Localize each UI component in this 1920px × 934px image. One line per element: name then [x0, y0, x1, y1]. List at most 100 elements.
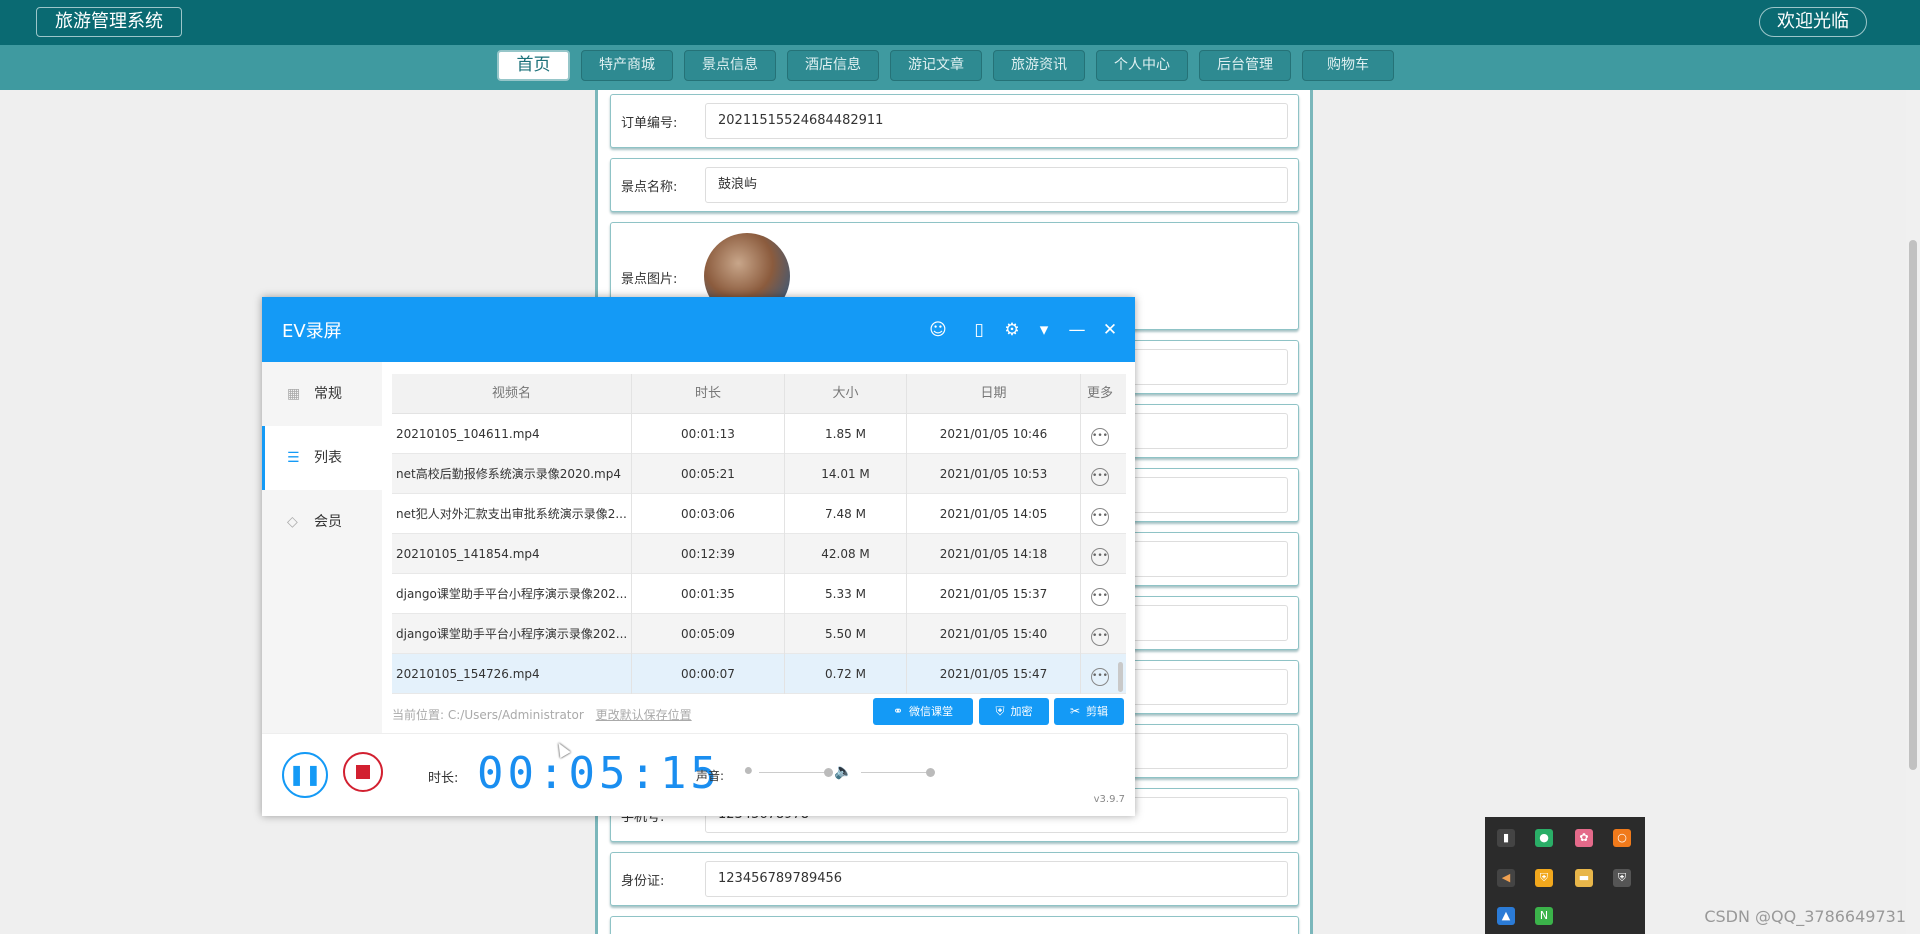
nav-travel-notes[interactable]: 游记文章: [890, 50, 982, 81]
phone-icon[interactable]: ▯: [968, 319, 990, 341]
more-cell: •••: [1081, 454, 1119, 494]
site-title[interactable]: 旅游管理系统: [36, 7, 182, 37]
nav-personal-center[interactable]: 个人中心: [1096, 50, 1188, 81]
table-scroll-thumb[interactable]: [1118, 662, 1123, 692]
pause-button[interactable]: ❚❚: [282, 752, 328, 798]
more-icon[interactable]: •••: [1091, 588, 1109, 606]
scrollbar-thumb[interactable]: [1909, 240, 1917, 770]
table-row[interactable]: django课堂助手平台小程序演示录像202... 00:01:35 5.33 …: [392, 574, 1126, 614]
slider-knob[interactable]: [926, 768, 935, 777]
video-duration: 00:01:13: [632, 414, 785, 454]
microphone-icon[interactable]: ⚫: [742, 762, 755, 780]
video-name: net高校后勤报修系统演示录像2020.mp4: [392, 454, 632, 494]
column-name[interactable]: 视频名: [392, 374, 632, 414]
app-icon[interactable]: ○: [1613, 829, 1631, 847]
video-duration: 00:01:35: [632, 574, 785, 614]
column-more: 更多: [1086, 386, 1113, 401]
location-label: 当前位置:: [392, 708, 445, 722]
sidebar-item-label: 会员: [314, 514, 342, 530]
sidebar-item-list[interactable]: ☰ 列表: [262, 426, 382, 490]
gear-icon[interactable]: ⚙: [1001, 319, 1023, 341]
recorder-titlebar[interactable]: EV录屏 ☺ ▯ ⚙ ▾ — ✕: [262, 297, 1135, 362]
column-date[interactable]: 日期: [907, 374, 1081, 414]
column-duration[interactable]: 时长: [632, 374, 785, 414]
column-size[interactable]: 大小: [785, 374, 907, 414]
sidebar-item-general[interactable]: ▦ 常规: [262, 362, 382, 426]
video-date: 2021/01/05 14:18: [907, 534, 1081, 574]
close-icon[interactable]: ✕: [1099, 319, 1121, 341]
table-row[interactable]: 20210105_104611.mp4 00:01:13 1.85 M 2021…: [392, 414, 1126, 454]
nav-admin[interactable]: 后台管理: [1199, 50, 1291, 81]
app2-icon[interactable]: ▲: [1497, 907, 1515, 925]
user-icon[interactable]: ☺: [927, 319, 949, 341]
more-icon[interactable]: •••: [1091, 628, 1109, 646]
speaker-icon[interactable]: 🔈: [834, 762, 853, 780]
nav-cart[interactable]: 购物车: [1302, 50, 1394, 81]
video-date: 2021/01/05 15:40: [907, 614, 1081, 654]
slider-knob[interactable]: [824, 768, 833, 777]
video-name: django课堂助手平台小程序演示录像202...: [392, 574, 632, 614]
dropdown-icon[interactable]: ▾: [1033, 319, 1055, 341]
spot-name-field[interactable]: 鼓浪屿: [705, 167, 1288, 203]
change-location-link[interactable]: 更改默认保存位置: [596, 708, 692, 722]
table-row-selected[interactable]: 20210105_154726.mp4 00:00:07 0.72 M 2021…: [392, 654, 1126, 694]
table-row[interactable]: net犯人对外汇款支出审批系统演示录像2... 00:03:06 7.48 M …: [392, 494, 1126, 534]
wechat-class-label: 微信课堂: [909, 705, 954, 718]
welcome-button[interactable]: 欢迎光临: [1759, 7, 1867, 37]
nav-attractions[interactable]: 景点信息: [684, 50, 776, 81]
spot-name-row: 景点名称: 鼓浪屿: [610, 158, 1299, 212]
video-duration: 00:00:07: [632, 654, 785, 694]
table-row[interactable]: net高校后勤报修系统演示录像2020.mp4 00:05:21 14.01 M…: [392, 454, 1126, 494]
speaker-volume-slider[interactable]: [861, 768, 935, 777]
more-icon[interactable]: •••: [1091, 508, 1109, 526]
wechat-class-button[interactable]: ⚭ 微信课堂: [873, 698, 973, 725]
more-icon[interactable]: •••: [1091, 468, 1109, 486]
recorder-title: EV录屏: [282, 321, 342, 342]
nav-travel-news[interactable]: 旅游资讯: [993, 50, 1085, 81]
folder-icon[interactable]: ▬: [1575, 869, 1593, 887]
usb-icon[interactable]: ▮: [1497, 829, 1515, 847]
pause-icon: ❚❚: [288, 762, 322, 786]
more-cell: •••: [1081, 494, 1119, 534]
ev-recorder-window: EV录屏 ☺ ▯ ⚙ ▾ — ✕ ▦ 常规 ☰ 列表 ◇ 会员 视频名 时长 大…: [262, 297, 1135, 816]
video-size: 14.01 M: [785, 454, 907, 494]
video-duration: 00:05:21: [632, 454, 785, 494]
nav-specialty-mall[interactable]: 特产商城: [581, 50, 673, 81]
nav-home[interactable]: 首页: [497, 50, 570, 81]
video-name: 20210105_141854.mp4: [392, 534, 632, 574]
shield-icon[interactable]: ⛨: [1535, 869, 1553, 887]
mic-volume-slider[interactable]: [759, 768, 833, 777]
more-icon[interactable]: •••: [1091, 428, 1109, 446]
edit-button[interactable]: ✂ 剪辑: [1054, 698, 1124, 725]
security-icon[interactable]: ⛨: [1613, 869, 1631, 887]
n-app-icon[interactable]: N: [1535, 907, 1553, 925]
more-cell: •••: [1081, 614, 1119, 654]
wechat-icon[interactable]: ●: [1535, 829, 1553, 847]
stop-button[interactable]: [343, 752, 383, 792]
id-field[interactable]: 123456789789456: [705, 861, 1288, 897]
nav-hotels[interactable]: 酒店信息: [787, 50, 879, 81]
video-duration: 00:12:39: [632, 534, 785, 574]
encrypt-button[interactable]: ⛨ 加密: [979, 698, 1049, 725]
table-row[interactable]: django课堂助手平台小程序演示录像202... 00:05:09 5.50 …: [392, 614, 1126, 654]
spot-name-label: 景点名称:: [621, 180, 678, 195]
table-scrollbar[interactable]: [1118, 414, 1124, 694]
more-icon[interactable]: •••: [1091, 548, 1109, 566]
id-row: 身份证: 123456789789456: [610, 852, 1299, 906]
minimize-icon[interactable]: —: [1066, 319, 1088, 341]
table-header: 视频名 时长 大小 日期 更多: [392, 374, 1126, 414]
sidebar-item-member[interactable]: ◇ 会员: [262, 490, 382, 554]
more-icon[interactable]: •••: [1091, 668, 1109, 686]
video-size: 0.72 M: [785, 654, 907, 694]
flower-icon[interactable]: ✿: [1575, 829, 1593, 847]
video-date: 2021/01/05 15:37: [907, 574, 1081, 614]
table-row[interactable]: 20210105_141854.mp4 00:12:39 42.08 M 202…: [392, 534, 1126, 574]
spot-image-label: 景点图片:: [621, 272, 678, 287]
shield-icon: ⛨: [995, 704, 1005, 718]
scissors-icon: ✂: [1069, 704, 1081, 718]
volume-icon[interactable]: ◀: [1497, 869, 1515, 887]
order-no-field[interactable]: 20211515524684482911: [705, 103, 1288, 139]
version-label: v3.9.7: [1093, 794, 1125, 805]
page-scrollbar[interactable]: [1906, 90, 1920, 934]
more-cell: •••: [1081, 574, 1119, 614]
